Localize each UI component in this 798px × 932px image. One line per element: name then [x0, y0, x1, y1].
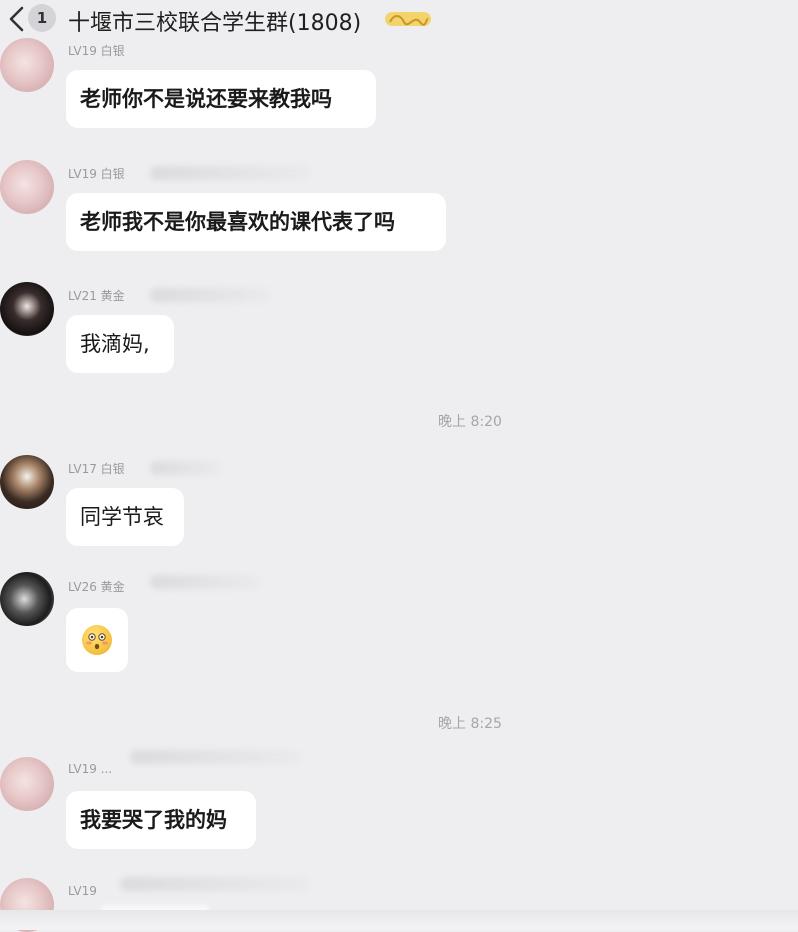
sender-level: LV26 黄金 [68, 580, 125, 594]
message-bubble[interactable] [66, 608, 128, 672]
message-bubble[interactable]: 我滴妈, [66, 315, 174, 373]
blurred-nickname [150, 461, 220, 475]
sender-level: LV17 白银 [68, 462, 125, 476]
avatar[interactable] [0, 160, 54, 214]
avatar[interactable] [0, 757, 54, 811]
sender-level: LV19 白银 [68, 167, 125, 181]
sender-level: LV21 黄金 [68, 289, 125, 303]
unread-count-badge[interactable]: 1 [28, 4, 56, 32]
message-text: 老师你不是说还要来教我吗 [80, 87, 332, 111]
message-text: 老师我不是你最喜欢的课代表了吗 [80, 210, 395, 234]
message-bubble[interactable]: 老师我不是你最喜欢的课代表了吗 [66, 193, 446, 251]
sender-level: LV19 [68, 884, 97, 898]
avatar[interactable] [0, 455, 54, 509]
group-tag-icon [385, 12, 431, 26]
bottom-edge [0, 910, 798, 930]
message-bubble[interactable]: 我要哭了我的妈 [66, 791, 256, 849]
flushed-face-icon [82, 625, 112, 655]
sender-level: LV19 白银 [68, 44, 125, 58]
chat-header: 1 十堰市三校联合学生群(1808) [0, 0, 798, 42]
avatar[interactable] [0, 38, 54, 92]
timestamp: 晚上 8:20 [438, 414, 502, 430]
blurred-nickname [150, 575, 260, 589]
blurred-nickname [120, 877, 310, 891]
avatar[interactable] [0, 572, 54, 626]
message-text: 我要哭了我的妈 [80, 808, 227, 832]
chevron-left-icon[interactable] [6, 6, 28, 32]
message-text: 我滴妈, [80, 332, 150, 356]
blurred-nickname [130, 750, 300, 764]
blurred-nickname [150, 288, 270, 302]
sender-level: LV19 ... [68, 762, 113, 776]
blurred-nickname [150, 166, 310, 180]
message-bubble[interactable]: 老师你不是说还要来教我吗 [66, 70, 376, 128]
timestamp: 晚上 8:25 [438, 716, 502, 732]
message-text: 同学节哀 [80, 505, 164, 529]
group-title: 十堰市三校联合学生群(1808) [68, 11, 362, 36]
message-bubble[interactable]: 同学节哀 [66, 488, 184, 546]
avatar[interactable] [0, 282, 54, 336]
